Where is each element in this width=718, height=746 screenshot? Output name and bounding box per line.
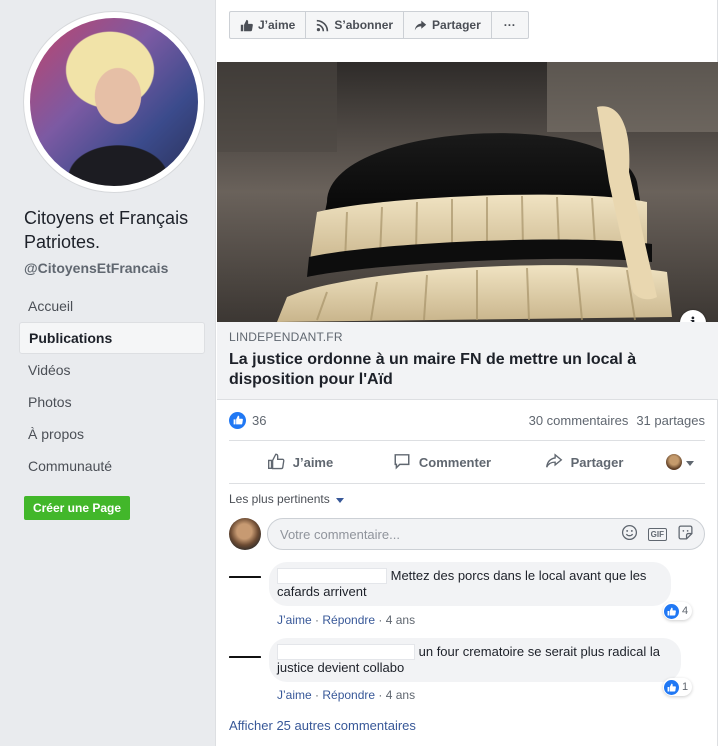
article-title[interactable]: La justice ordonne à un maire FN de mett… [229, 350, 706, 390]
page-follow-label: S’abonner [334, 18, 394, 32]
avatar[interactable] [229, 518, 261, 550]
comment-like-link[interactable]: J’aime [277, 688, 312, 702]
comment-timestamp[interactable]: 4 ans [386, 688, 415, 702]
comment-label: Commenter [418, 454, 492, 470]
nav-item-about[interactable]: À propos [19, 418, 205, 450]
caret-down-icon [335, 492, 344, 506]
view-more-comments-link[interactable]: Afficher 25 autres commentaires [229, 718, 416, 733]
like-label: J’aime [292, 454, 334, 470]
speech-bubble-icon [393, 452, 411, 473]
avatar[interactable] [229, 562, 261, 594]
comment-sort-dropdown[interactable]: Les plus pertinents [229, 492, 344, 506]
comment-composer: Votre commentaire... GIF [229, 518, 705, 550]
like-button[interactable]: J’aime [229, 441, 371, 483]
nav-item-videos[interactable]: Vidéos [19, 354, 205, 386]
nav-item-home[interactable]: Accueil [19, 290, 205, 322]
share-button[interactable]: Partager [513, 441, 655, 483]
link-preview[interactable]: i LINDEPENDANT.FR La justice ordonne à u… [217, 62, 718, 400]
profile-picture-frame[interactable] [24, 12, 204, 192]
comment-text-line: Mettez des porcs dans le local avant que… [390, 568, 647, 583]
share-arrow-icon [414, 19, 427, 32]
comment-reaction-count[interactable]: 4 [663, 602, 693, 620]
comment-reply-link[interactable]: Répondre [322, 613, 375, 627]
emoji-icon[interactable] [621, 524, 638, 544]
profile-picture[interactable] [30, 18, 198, 186]
reaction-count: 4 [682, 605, 689, 617]
page-share-button[interactable]: Partager [404, 12, 492, 38]
comment-like-link[interactable]: J’aime [277, 613, 312, 627]
more-dots-icon: ··· [503, 18, 516, 32]
article-domain: LINDEPENDANT.FR [229, 330, 343, 344]
page-action-bar: J’aime S’abonner Partager ··· [229, 11, 529, 39]
redacted-author-name[interactable] [277, 568, 387, 584]
comments-count[interactable]: 30 commentaires [529, 413, 629, 428]
comment-placeholder: Votre commentaire... [280, 526, 400, 542]
reaction-count: 1 [682, 681, 689, 693]
share-label: Partager [570, 454, 624, 470]
sort-label: Les plus pertinents [229, 492, 330, 506]
post-as-selector[interactable] [655, 441, 705, 483]
page-handle[interactable]: @CitoyensEtFrancais [24, 260, 168, 276]
more-options-button[interactable]: ··· [492, 12, 528, 38]
comment-timestamp[interactable]: 4 ans [386, 613, 415, 627]
shares-count[interactable]: 31 partages [636, 413, 705, 428]
like-reaction-icon [664, 679, 679, 695]
redacted-author-name[interactable] [277, 644, 415, 660]
nav-item-posts[interactable]: Publications [19, 322, 205, 354]
gif-icon[interactable]: GIF [647, 527, 667, 541]
comment-text-line: un four crematoire se serait plus radica… [418, 644, 660, 659]
article-meta[interactable]: LINDEPENDANT.FR La justice ordonne à un … [217, 322, 718, 400]
rss-icon [316, 19, 329, 32]
create-page-button[interactable]: Créer une Page [24, 496, 130, 520]
thumbs-up-outline-icon [267, 452, 285, 473]
caret-down-icon [686, 455, 694, 470]
comment-actions: J’aime · Répondre · 4 ans [277, 688, 416, 702]
post-card: J’aime S’abonner Partager ··· LINDEPENDA… [215, 0, 718, 746]
page-share-label: Partager [432, 18, 481, 32]
comment-reply-link[interactable]: Répondre [322, 688, 375, 702]
nav-item-community[interactable]: Communauté [19, 450, 205, 482]
page-sidebar: Citoyens et Français Patriotes. @Citoyen… [0, 0, 214, 746]
comment-actions: J’aime · Répondre · 4 ans [277, 613, 416, 627]
nav-item-photos[interactable]: Photos [19, 386, 205, 418]
like-reaction-icon [664, 603, 679, 619]
comment-input[interactable]: Votre commentaire... GIF [267, 518, 705, 550]
comment-button[interactable]: Commenter [371, 441, 513, 483]
page-follow-button[interactable]: S’abonner [306, 12, 405, 38]
likes-count[interactable]: 36 [252, 413, 266, 428]
page-name[interactable]: Citoyens et Français Patriotes. [24, 206, 214, 254]
avatar[interactable] [229, 642, 261, 674]
comment-text-line: cafards arrivent [277, 584, 367, 599]
judge-cap-illustration [217, 62, 718, 322]
reaction-bar: J’aime Commenter Partager [229, 440, 705, 484]
article-image[interactable]: i [217, 62, 718, 322]
comment-reaction-count[interactable]: 1 [663, 678, 693, 696]
thumbs-up-icon [240, 19, 253, 32]
sticker-icon[interactable] [677, 524, 694, 544]
comment-text-line: justice devient collabo [277, 660, 405, 675]
page-like-button[interactable]: J’aime [230, 12, 307, 38]
comment-bubble: un four crematoire se serait plus radica… [269, 638, 681, 682]
page-like-label: J’aime [258, 18, 296, 32]
comment-bubble: Mettez des porcs dans le local avant que… [269, 562, 671, 606]
avatar [666, 454, 682, 470]
like-reaction-icon[interactable] [229, 411, 246, 429]
page-nav: Accueil Publications Vidéos Photos À pro… [19, 290, 205, 482]
post-stats: 36 30 commentaires 31 partages [229, 408, 705, 432]
share-arrow-outline-icon [545, 452, 563, 473]
